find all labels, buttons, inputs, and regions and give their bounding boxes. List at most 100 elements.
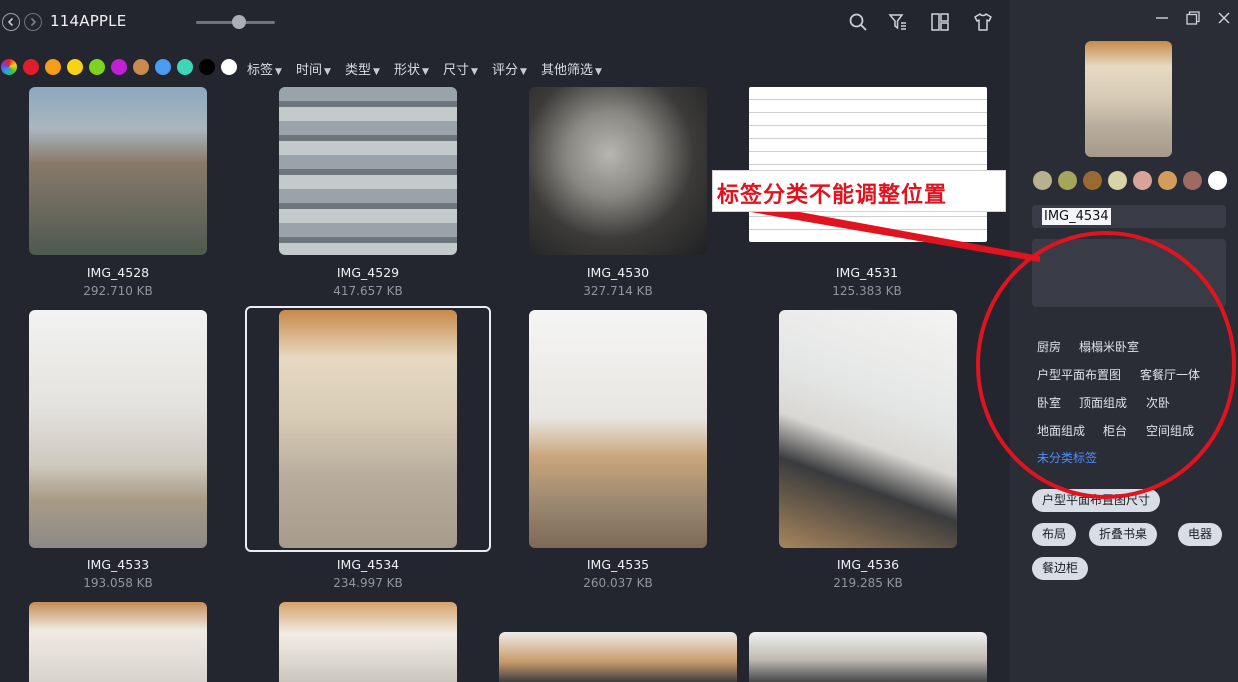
thumbnail-row3-1[interactable]	[29, 602, 207, 682]
filename-input[interactable]: IMG_4534	[1032, 205, 1226, 228]
file-size: 327.714 KB	[583, 284, 653, 298]
filter-sort-icon	[888, 14, 906, 30]
filename-text: IMG_4534	[1042, 208, 1111, 225]
note-textarea[interactable]	[1032, 239, 1226, 307]
filter-rating[interactable]: 评分 ▼	[492, 59, 527, 78]
file-name: IMG_4534	[336, 557, 400, 572]
tag-group-chip[interactable]: 厨房	[1037, 338, 1061, 355]
thumbnail-img-4536[interactable]	[779, 310, 957, 548]
thumbnail-img-4530[interactable]	[529, 87, 707, 255]
layout-button[interactable]	[930, 12, 950, 32]
palette-color[interactable]	[1083, 171, 1102, 190]
back-button[interactable]	[2, 13, 20, 31]
thumbnail-row3-4[interactable]	[749, 632, 987, 682]
file-size: 292.710 KB	[83, 284, 153, 298]
palette-color[interactable]	[1108, 171, 1127, 190]
minimize-button[interactable]	[1155, 10, 1171, 26]
caption-img-4534: IMG_4534 234.997 KB	[268, 557, 468, 590]
color-swatch[interactable]	[177, 59, 193, 75]
color-swatch[interactable]	[89, 59, 105, 75]
caret-down-icon: ▼	[275, 67, 282, 77]
tag-group-chip[interactable]: 户型平面布置图	[1037, 366, 1121, 383]
tag-pill[interactable]: 布局	[1032, 523, 1077, 546]
file-size: 234.997 KB	[333, 576, 403, 590]
thumbnail-size-slider[interactable]	[196, 15, 275, 29]
caret-down-icon: ▼	[324, 67, 331, 77]
caption-img-4529: IMG_4529 417.657 KB	[268, 265, 468, 298]
caret-down-icon: ▼	[595, 67, 602, 77]
chevron-right-icon	[30, 17, 37, 27]
color-swatch[interactable]	[155, 59, 171, 75]
preview-image[interactable]	[1085, 41, 1172, 157]
tag-group-chip[interactable]: 客餐厅一体	[1140, 366, 1200, 383]
thumbnail-row3-3[interactable]	[499, 632, 737, 682]
tag-group-chip[interactable]: 顶面组成	[1079, 394, 1127, 411]
slider-handle[interactable]	[232, 15, 246, 29]
caption-img-4528: IMG_4528 292.710 KB	[18, 265, 218, 298]
filter-type[interactable]: 类型 ▼	[345, 59, 380, 78]
color-swatch[interactable]	[133, 59, 149, 75]
color-swatch[interactable]	[221, 59, 237, 75]
search-button[interactable]	[848, 12, 868, 32]
file-name: IMG_4531	[835, 265, 899, 280]
filter-size[interactable]: 尺寸 ▼	[443, 59, 478, 78]
thumbnail-img-4534[interactable]	[279, 310, 457, 548]
theme-button[interactable]	[973, 12, 993, 32]
caption-img-4536: IMG_4536 219.285 KB	[768, 557, 968, 590]
tag-pill[interactable]: 餐边柜	[1032, 557, 1089, 580]
tag-group-chip[interactable]: 卧室	[1037, 394, 1061, 411]
color-swatch[interactable]	[111, 59, 127, 75]
filter-tags[interactable]: 标签 ▼	[247, 59, 282, 78]
color-swatch[interactable]	[23, 59, 39, 75]
tag-group-chip[interactable]: 地面组成	[1037, 422, 1085, 439]
restore-icon	[1186, 11, 1200, 25]
caret-down-icon: ▼	[422, 67, 429, 77]
thumbnail-img-4533[interactable]	[29, 310, 207, 548]
thumbnail-row3-2[interactable]	[279, 602, 457, 682]
filter-button[interactable]	[888, 12, 908, 32]
tag-group-chip[interactable]: 柜台	[1103, 422, 1127, 439]
palette-color[interactable]	[1208, 171, 1227, 190]
forward-button[interactable]	[24, 13, 42, 31]
file-name: IMG_4533	[86, 557, 150, 572]
tag-group-chip[interactable]: 次卧	[1146, 394, 1170, 411]
palette-color[interactable]	[1158, 171, 1177, 190]
thumbnail-img-4535[interactable]	[529, 310, 707, 548]
thumbnail-img-4531[interactable]	[749, 87, 987, 242]
palette-color[interactable]	[1183, 171, 1202, 190]
caret-down-icon: ▼	[520, 67, 527, 77]
top-toolbar: 114APPLE	[0, 0, 1010, 44]
file-size: 219.285 KB	[833, 576, 903, 590]
library-title: 114APPLE	[50, 12, 127, 30]
tag-group-chip[interactable]: 空间组成	[1146, 422, 1194, 439]
palette-color[interactable]	[1133, 171, 1152, 190]
all-colors-swatch[interactable]	[1, 59, 17, 75]
annotation-callout: 标签分类不能调整位置	[712, 170, 1006, 212]
file-name: IMG_4529	[336, 265, 400, 280]
color-swatch[interactable]	[199, 59, 215, 75]
filter-time[interactable]: 时间 ▼	[296, 59, 331, 78]
palette-color[interactable]	[1033, 171, 1052, 190]
color-swatch[interactable]	[67, 59, 83, 75]
filter-shape[interactable]: 形状 ▼	[394, 59, 429, 78]
caption-img-4533: IMG_4533 193.058 KB	[18, 557, 218, 590]
thumbnail-img-4528[interactable]	[29, 87, 207, 255]
tag-pill[interactable]: 折叠书桌	[1089, 523, 1158, 546]
inspector-panel: IMG_4534 厨房 榻榻米卧室 户型平面布置图 客餐厅一体 卧室 顶面组成 …	[1010, 0, 1238, 682]
caption-img-4535: IMG_4535 260.037 KB	[518, 557, 718, 590]
file-size: 193.058 KB	[83, 576, 153, 590]
filter-other[interactable]: 其他筛选 ▼	[541, 59, 602, 78]
caption-img-4530: IMG_4530 327.714 KB	[518, 265, 718, 298]
close-button[interactable]	[1217, 10, 1233, 26]
file-name: IMG_4536	[836, 557, 900, 572]
tag-pill[interactable]: 户型平面布置图尺寸	[1032, 489, 1161, 512]
unclassified-tags-link[interactable]: 未分类标签	[1037, 449, 1097, 466]
palette-color[interactable]	[1058, 171, 1077, 190]
tag-pill[interactable]: 电器	[1178, 523, 1223, 546]
maximize-button[interactable]	[1186, 10, 1202, 26]
search-icon	[849, 13, 867, 31]
thumbnail-img-4529[interactable]	[279, 87, 457, 255]
tag-group-chip[interactable]: 榻榻米卧室	[1079, 338, 1139, 355]
color-swatch[interactable]	[45, 59, 61, 75]
caret-down-icon: ▼	[471, 67, 478, 77]
